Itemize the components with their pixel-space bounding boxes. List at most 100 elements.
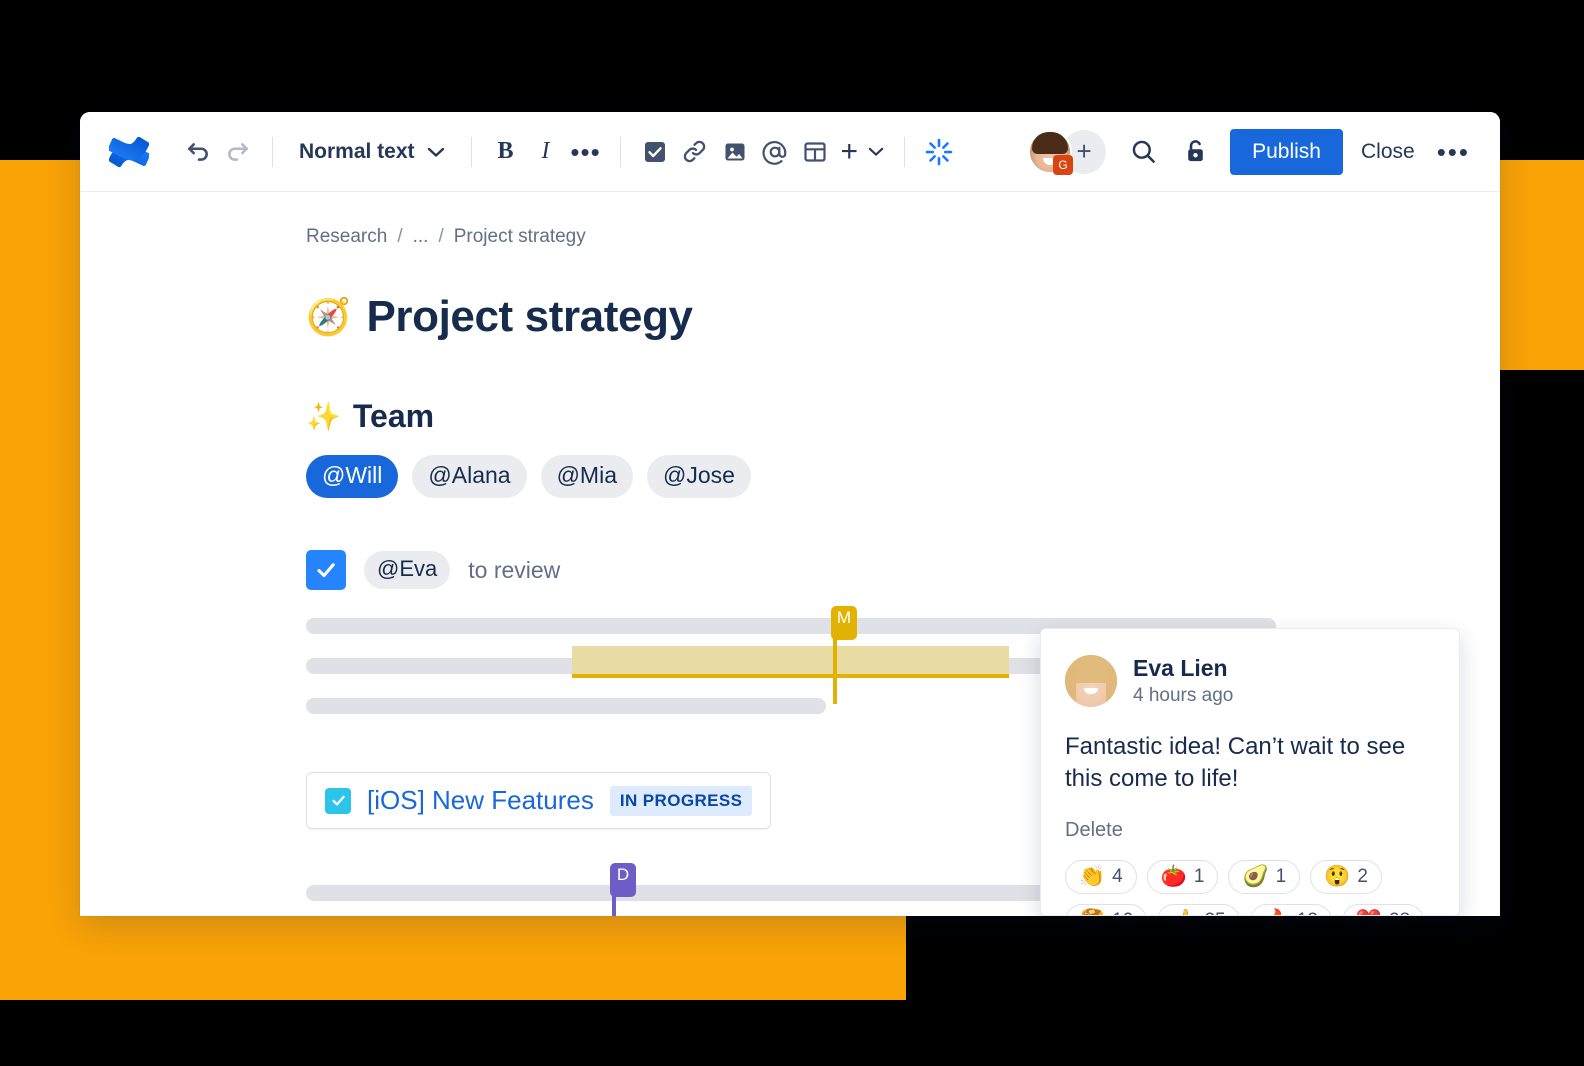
toolbar-divider xyxy=(470,136,472,167)
comment-body: Fantastic idea! Can’t wait to see this c… xyxy=(1065,733,1406,792)
comment-popover: Eva Lien 4 hours ago Fantastic idea! Can… xyxy=(1040,628,1460,916)
insert-element-button[interactable]: + xyxy=(835,132,891,172)
page-title: 🧭 Project strategy xyxy=(306,292,1500,342)
reaction-count: 28 xyxy=(1389,910,1410,915)
heart-emoji-icon: ❤️ xyxy=(1356,910,1382,915)
reaction-avocado[interactable]: 🥑 1 xyxy=(1228,859,1301,894)
search-icon[interactable] xyxy=(1120,129,1166,175)
screenshot-stage: Normal text B I ••• + G + Publish Close … xyxy=(0,0,1584,1066)
mention-pill-mia[interactable]: @Mia xyxy=(540,455,633,498)
status-badge: IN PROGRESS xyxy=(609,785,753,816)
avatar[interactable]: G xyxy=(1028,129,1074,175)
publish-button[interactable]: Publish xyxy=(1230,128,1343,175)
italic-button[interactable]: I xyxy=(526,132,566,172)
sparkles-emoji-icon: ✨ xyxy=(306,400,341,432)
collaborator-d-cursor-label: D xyxy=(610,863,636,897)
tomato-emoji-icon: 🍅 xyxy=(1160,865,1187,889)
mention-at-icon[interactable] xyxy=(755,132,795,172)
reaction-clap[interactable]: 👏 4 xyxy=(1065,859,1137,894)
insert-plus-label: + xyxy=(840,134,859,168)
mention-pill-will[interactable]: @Will xyxy=(306,455,399,498)
comment-author-meta: Eva Lien 4 hours ago xyxy=(1133,655,1233,707)
atlassian-intelligence-sparkle-icon[interactable] xyxy=(919,132,959,172)
mention-pill-jose[interactable]: @Jose xyxy=(647,455,751,498)
checkbox-icon[interactable] xyxy=(635,132,675,172)
breadcrumb-item-current[interactable]: Project strategy xyxy=(454,226,586,248)
redo-icon[interactable] xyxy=(218,132,258,172)
reaction-count: 10 xyxy=(1112,910,1133,915)
comment-header: Eva Lien 4 hours ago xyxy=(1065,655,1435,707)
astonished-face-emoji-icon: 😲 xyxy=(1324,865,1351,889)
section-heading-team: ✨ Team xyxy=(306,398,1500,435)
section-heading-label: Team xyxy=(352,398,435,434)
reaction-count: 4 xyxy=(1112,865,1123,887)
breadcrumb-separator: / xyxy=(397,226,403,247)
delete-comment-button[interactable]: Delete xyxy=(1065,819,1123,842)
collaborators-group: G + xyxy=(1028,129,1107,175)
toolbar-divider xyxy=(904,136,906,167)
compass-emoji-icon[interactable]: 🧭 xyxy=(306,299,351,335)
mention-pill-eva[interactable]: @Eva xyxy=(364,551,451,589)
reaction-count: 13 xyxy=(1297,910,1318,915)
avatar-badge: G xyxy=(1053,154,1074,175)
collaborator-m-caret xyxy=(833,636,837,704)
reaction-astonished[interactable]: 😲 2 xyxy=(1310,859,1382,894)
editor-toolbar: Normal text B I ••• + G + Publish Close … xyxy=(80,112,1500,192)
mention-pill-alana[interactable]: @Alana xyxy=(412,455,527,498)
thumbs-up-emoji-icon: 👍 xyxy=(1171,910,1197,915)
toolbar-divider xyxy=(619,136,621,167)
collaborator-m-cursor-label: M xyxy=(831,606,857,640)
jira-issue-card[interactable]: [iOS] New Features IN PROGRESS xyxy=(306,772,772,829)
avatar-hair-left xyxy=(1065,667,1076,707)
breadcrumb-item-research[interactable]: Research xyxy=(306,226,387,248)
reaction-heart[interactable]: ❤️ 28 xyxy=(1341,903,1425,915)
confluence-editor-window: Normal text B I ••• + G + Publish Close … xyxy=(80,112,1500,916)
breadcrumb-separator: / xyxy=(438,226,444,247)
task-checkbox[interactable] xyxy=(306,550,346,590)
reaction-thumbsup[interactable]: 👍 25 xyxy=(1157,903,1240,915)
comment-author-avatar[interactable] xyxy=(1065,655,1117,707)
avatar-smile xyxy=(1084,688,1098,694)
reaction-fire[interactable]: 🔥 13 xyxy=(1249,903,1332,915)
clap-emoji-icon: 👏 xyxy=(1079,865,1106,889)
chevron-down-icon xyxy=(427,140,445,164)
more-options-button[interactable]: ••• xyxy=(1433,139,1478,165)
reaction-list: 👏 4 🍅 1 🥑 1 😲 2 🥞 10 xyxy=(1065,859,1435,915)
reaction-count: 1 xyxy=(1275,865,1287,887)
table-icon[interactable] xyxy=(795,132,835,172)
close-button[interactable]: Close xyxy=(1343,129,1433,175)
breadcrumb-item-ellipsis[interactable]: ... xyxy=(413,226,429,248)
reaction-tomato[interactable]: 🍅 1 xyxy=(1146,859,1219,894)
comment-timestamp: 4 hours ago xyxy=(1133,685,1234,706)
pancakes-emoji-icon: 🥞 xyxy=(1079,910,1105,915)
placeholder-bar xyxy=(306,698,826,714)
task-item: @Eva to review xyxy=(306,550,1500,590)
link-icon[interactable] xyxy=(675,132,715,172)
more-formatting-button[interactable]: ••• xyxy=(566,132,606,172)
page-title-text[interactable]: Project strategy xyxy=(366,292,693,342)
collaborator-m-highlight xyxy=(572,646,1009,674)
reaction-count: 25 xyxy=(1204,910,1225,915)
reaction-pancakes[interactable]: 🥞 10 xyxy=(1065,903,1148,915)
avatar-hair xyxy=(1032,131,1069,154)
bold-button[interactable]: B xyxy=(486,132,526,172)
chevron-down-icon xyxy=(868,146,884,157)
reaction-count: 2 xyxy=(1357,865,1368,887)
mention-list: @Will @Alana @Mia @Jose xyxy=(306,455,1500,498)
confluence-logo-icon[interactable] xyxy=(106,129,152,175)
toolbar-divider xyxy=(272,136,273,167)
jira-task-icon xyxy=(325,787,351,814)
image-icon[interactable] xyxy=(715,132,755,172)
reaction-count: 1 xyxy=(1193,865,1205,887)
task-label: to review xyxy=(468,556,561,583)
breadcrumb: Research / ... / Project strategy xyxy=(306,226,1500,248)
undo-icon[interactable] xyxy=(178,132,218,172)
comment-author-name: Eva Lien xyxy=(1133,655,1228,681)
unlock-icon[interactable] xyxy=(1172,129,1218,175)
text-style-label: Normal text xyxy=(299,139,415,163)
avatar-hair-right xyxy=(1106,667,1117,707)
fire-emoji-icon: 🔥 xyxy=(1264,910,1290,915)
jira-issue-title[interactable]: [iOS] New Features xyxy=(367,785,594,816)
history-buttons xyxy=(178,132,258,172)
text-style-dropdown[interactable]: Normal text xyxy=(287,132,457,172)
